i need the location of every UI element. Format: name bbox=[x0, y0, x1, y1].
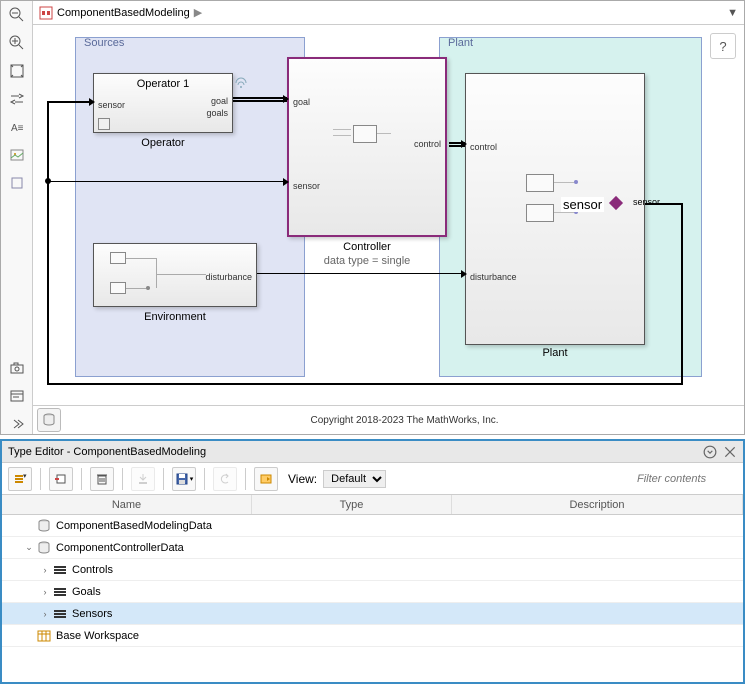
image-icon[interactable] bbox=[7, 145, 27, 165]
undo-button bbox=[213, 467, 237, 491]
expand-icon[interactable]: › bbox=[38, 565, 52, 575]
environment-block[interactable]: disturbance bbox=[93, 243, 257, 307]
operator-label: Operator bbox=[93, 137, 233, 149]
row-label: Controls bbox=[72, 564, 113, 576]
wifi-icon bbox=[235, 77, 247, 89]
camera-icon[interactable] bbox=[7, 358, 27, 378]
plant-port-control: control bbox=[470, 142, 497, 152]
type-editor-panel: Type Editor - ComponentBasedModeling ▾ ▾… bbox=[0, 439, 745, 684]
type-editor-title: Type Editor - ComponentBasedModeling bbox=[8, 446, 206, 458]
plant-block[interactable]: control disturbance bbox=[465, 73, 645, 345]
operator-port-goal: goal bbox=[211, 96, 228, 106]
type-editor-header: Type Editor - ComponentBasedModeling bbox=[2, 441, 743, 463]
import-button bbox=[131, 467, 155, 491]
environment-port-disturbance: disturbance bbox=[205, 272, 252, 282]
col-type[interactable]: Type bbox=[252, 495, 452, 514]
properties-icon[interactable] bbox=[7, 386, 27, 406]
bus-icon bbox=[52, 607, 68, 621]
controller-label: Controller bbox=[287, 241, 447, 253]
operator-port-sensor: sensor bbox=[98, 100, 125, 110]
data-dictionary-button[interactable] bbox=[37, 408, 61, 432]
cut-button[interactable] bbox=[49, 467, 73, 491]
controller-port-sensor: sensor bbox=[293, 181, 320, 191]
area-icon[interactable] bbox=[7, 173, 27, 193]
breadcrumb-separator-icon: ▶ bbox=[194, 6, 202, 19]
filter-input[interactable] bbox=[637, 473, 737, 485]
operator-port-goals: goals bbox=[206, 108, 228, 118]
tree-row-goals[interactable]: › Goals bbox=[2, 581, 743, 603]
row-label: ComponentBasedModelingData bbox=[56, 520, 212, 532]
copyright-text: Copyright 2018-2023 The MathWorks, Inc. bbox=[65, 411, 744, 430]
row-label: Sensors bbox=[72, 608, 112, 620]
table-header: Name Type Description bbox=[2, 495, 743, 515]
breadcrumb-model[interactable]: ComponentBasedModeling bbox=[57, 7, 190, 19]
ws-icon bbox=[36, 629, 52, 643]
tree-row-controls[interactable]: › Controls bbox=[2, 559, 743, 581]
expand-icon[interactable]: › bbox=[38, 609, 52, 619]
controller-inner-diagram bbox=[333, 115, 383, 149]
plant-port-disturbance: disturbance bbox=[470, 272, 517, 282]
tree-row-base-workspace[interactable]: Base Workspace bbox=[2, 625, 743, 647]
col-name[interactable]: Name bbox=[2, 495, 252, 514]
save-button[interactable]: ▾ bbox=[172, 467, 196, 491]
left-toolbar: A≡ bbox=[1, 1, 33, 434]
minimize-icon[interactable] bbox=[703, 445, 717, 459]
row-label: Base Workspace bbox=[56, 630, 139, 642]
tree-row-componentbasedmodelingdata[interactable]: ComponentBasedModelingData bbox=[2, 515, 743, 537]
canvas[interactable]: Sources Plant Operator 1 sensor goal goa… bbox=[33, 25, 744, 405]
environment-label: Environment bbox=[93, 311, 257, 323]
annotation-icon[interactable]: A≡ bbox=[7, 117, 27, 137]
db-icon bbox=[36, 541, 52, 555]
navigate-button[interactable] bbox=[254, 467, 278, 491]
sensor-port-label: sensor bbox=[633, 197, 660, 207]
operator-title: Operator 1 bbox=[94, 78, 232, 90]
svg-text:▾: ▾ bbox=[23, 473, 27, 480]
plant-block-label: Plant bbox=[465, 347, 645, 359]
controller-port-control: control bbox=[414, 139, 441, 149]
bus-icon bbox=[52, 585, 68, 599]
toggle-icon[interactable] bbox=[7, 89, 27, 109]
svg-text:A≡: A≡ bbox=[11, 123, 24, 134]
db-icon bbox=[36, 519, 52, 533]
new-button[interactable]: ▾ bbox=[8, 467, 32, 491]
model-icon bbox=[39, 6, 53, 20]
tree-row-sensors[interactable]: › Sensors bbox=[2, 603, 743, 625]
zoom-in-icon[interactable] bbox=[7, 33, 27, 53]
row-label: Goals bbox=[72, 586, 101, 598]
controller-note: data type = single bbox=[287, 255, 447, 267]
breadcrumb-bar: ComponentBasedModeling ▶ ▼ bbox=[33, 1, 744, 25]
help-button[interactable]: ? bbox=[710, 33, 736, 59]
more-icon[interactable] bbox=[7, 414, 27, 434]
sensor-tag: sensor bbox=[561, 197, 604, 212]
type-editor-table: Name Type Description ComponentBasedMode… bbox=[2, 495, 743, 682]
plant-label: Plant bbox=[446, 37, 475, 49]
type-editor-toolbar: ▾ ▾ View: Default bbox=[2, 463, 743, 495]
controller-block[interactable]: goal sensor control bbox=[287, 57, 447, 237]
zoom-out-icon[interactable] bbox=[7, 5, 27, 25]
controller-port-goal: goal bbox=[293, 97, 310, 107]
close-icon[interactable] bbox=[723, 445, 737, 459]
operator-block[interactable]: Operator 1 sensor goal goals bbox=[93, 73, 233, 133]
col-desc[interactable]: Description bbox=[452, 495, 743, 514]
tree-row-componentcontrollerdata[interactable]: ⌄ ComponentControllerData bbox=[2, 537, 743, 559]
dropdown-arrow-icon[interactable]: ▼ bbox=[727, 7, 738, 19]
fit-icon[interactable] bbox=[7, 61, 27, 81]
expand-icon[interactable]: › bbox=[38, 587, 52, 597]
view-label: View: bbox=[288, 472, 317, 486]
view-select[interactable]: Default bbox=[323, 470, 386, 488]
expand-icon[interactable]: ⌄ bbox=[22, 542, 36, 553]
diagram-section: A≡ ComponentBasedModeling ▶ ▼ Sources bbox=[0, 0, 745, 435]
row-label: ComponentControllerData bbox=[56, 542, 184, 554]
sources-label: Sources bbox=[82, 37, 126, 49]
delete-button[interactable] bbox=[90, 467, 114, 491]
model-ref-icon bbox=[98, 118, 110, 130]
bus-icon bbox=[52, 563, 68, 577]
